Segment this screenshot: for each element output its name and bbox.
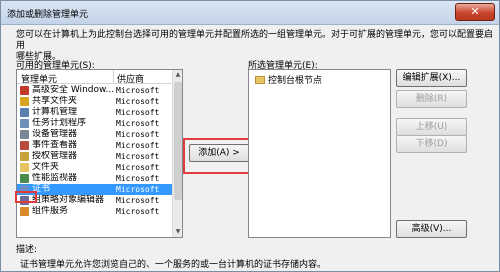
snapin-vendor: Microsoft <box>116 196 160 205</box>
selected-snapins-list[interactable]: 控制台根节点 <box>248 69 391 238</box>
close-button[interactable]: ✕ <box>455 3 495 21</box>
snapin-vendor: Microsoft <box>116 185 160 194</box>
highlight-annotation-add <box>183 138 256 174</box>
snapin-vendor: Microsoft <box>116 163 160 172</box>
column-header-vendor[interactable]: 供应商 <box>117 72 144 85</box>
add-remove-snapin-dialog: 添加或删除管理单元 ✕ 您可以在计算机上为此控制台选择可用的管理单元并配置所选的… <box>0 0 500 272</box>
snapin-row[interactable]: 文件夹 Microsoft <box>17 162 172 173</box>
computer-management-icon <box>20 108 29 117</box>
snapin-row[interactable]: 授权管理器 Microsoft <box>17 151 172 162</box>
snapin-name: 任务计划程序 <box>32 118 87 128</box>
snapin-name: 高级安全 Window... <box>32 85 114 95</box>
snapin-rows: 高级安全 Window... Microsoft 共享文件夹 Microsoft 计算机… <box>17 85 172 217</box>
snapin-name: 文件夹 <box>32 162 60 172</box>
snapin-vendor: Microsoft <box>116 174 160 183</box>
snapin-row[interactable]: 组件服务 Microsoft <box>17 206 172 217</box>
snapin-vendor: Microsoft <box>116 141 160 150</box>
snapin-row[interactable]: 组策略对象编辑器 Microsoft <box>17 195 172 206</box>
selected-item[interactable]: 控制台根节点 <box>255 73 322 86</box>
folder-icon <box>255 76 265 84</box>
snapin-row[interactable]: 计算机管理 Microsoft <box>17 107 172 118</box>
description-text: 证书管理单元允许您浏览自己的、一个服务的或一台计算机的证书存储内容。 <box>20 260 327 270</box>
snapin-name: 组策略对象编辑器 <box>32 195 105 205</box>
device-manager-icon <box>20 130 29 139</box>
component-services-icon <box>20 207 29 216</box>
snapin-vendor: Microsoft <box>116 97 160 106</box>
shared-folder-icon <box>20 97 29 106</box>
description-box: 证书管理单元允许您浏览自己的、一个服务的或一台计算机的证书存储内容。 <box>16 252 486 272</box>
snapin-name: 计算机管理 <box>32 107 78 117</box>
snapin-row[interactable]: 事件查看器 Microsoft <box>17 140 172 151</box>
move-up-button[interactable]: 上移(U) <box>396 118 467 136</box>
firewall-icon <box>20 86 29 95</box>
snapin-name: 设备管理器 <box>32 129 78 139</box>
snapin-name: 共享文件夹 <box>32 96 78 106</box>
snapin-row[interactable]: 设备管理器 Microsoft <box>17 129 172 140</box>
snapin-vendor: Microsoft <box>116 130 160 139</box>
list-scrollbar[interactable]: ▲ ▼ <box>172 70 182 237</box>
advanced-button[interactable]: 高级(V)... <box>396 220 467 238</box>
scroll-thumb[interactable] <box>174 82 182 200</box>
column-header-name[interactable]: 管理单元 <box>21 72 57 85</box>
remove-button[interactable]: 删除(R) <box>396 90 467 108</box>
snapin-name: 证书 <box>32 184 51 194</box>
available-snapins-list[interactable]: 管理单元 供应商 高级安全 Window... Microsoft 共享文件夹 Mic… <box>16 69 183 238</box>
list-header: 管理单元 供应商 <box>17 70 182 85</box>
selected-item-label: 控制台根节点 <box>268 76 323 86</box>
window-title: 添加或删除管理单元 <box>7 10 89 20</box>
scroll-down-icon[interactable]: ▼ <box>173 227 182 237</box>
task-scheduler-icon <box>20 119 29 128</box>
column-divider[interactable] <box>113 70 114 84</box>
performance-monitor-icon <box>20 174 29 183</box>
edit-extensions-button[interactable]: 编辑扩展(X)... <box>396 69 467 87</box>
snapin-row[interactable]: 高级安全 Window... Microsoft <box>17 85 172 96</box>
snapin-row[interactable]: 证书 Microsoft <box>17 184 172 195</box>
snapin-vendor: Microsoft <box>116 108 160 117</box>
snapin-row[interactable]: 任务计划程序 Microsoft <box>17 118 172 129</box>
snapin-vendor: Microsoft <box>116 119 160 128</box>
snapin-vendor: Microsoft <box>116 152 160 161</box>
move-down-button[interactable]: 下移(D) <box>396 135 467 153</box>
snapin-row[interactable]: 共享文件夹 Microsoft <box>17 96 172 107</box>
authorization-manager-icon <box>20 152 29 161</box>
snapin-name: 事件查看器 <box>32 140 78 150</box>
folder-icon <box>20 163 29 172</box>
snapin-name: 授权管理器 <box>32 151 78 161</box>
snapin-vendor: Microsoft <box>116 86 160 95</box>
scroll-up-icon[interactable]: ▲ <box>173 70 182 80</box>
event-viewer-icon <box>20 141 29 150</box>
title-bar: 添加或删除管理单元 ✕ <box>1 1 499 25</box>
snapin-name: 性能监视器 <box>32 173 78 183</box>
intro-line-1: 您可以在计算机上为此控制台选择可用的管理单元并配置所选的一组管理单元。对于可扩展… <box>16 30 494 51</box>
snapin-vendor: Microsoft <box>116 207 160 216</box>
highlight-annotation-certificate <box>15 191 37 203</box>
snapin-row[interactable]: 性能监视器 Microsoft <box>17 173 172 184</box>
snapin-name: 组件服务 <box>32 206 69 216</box>
